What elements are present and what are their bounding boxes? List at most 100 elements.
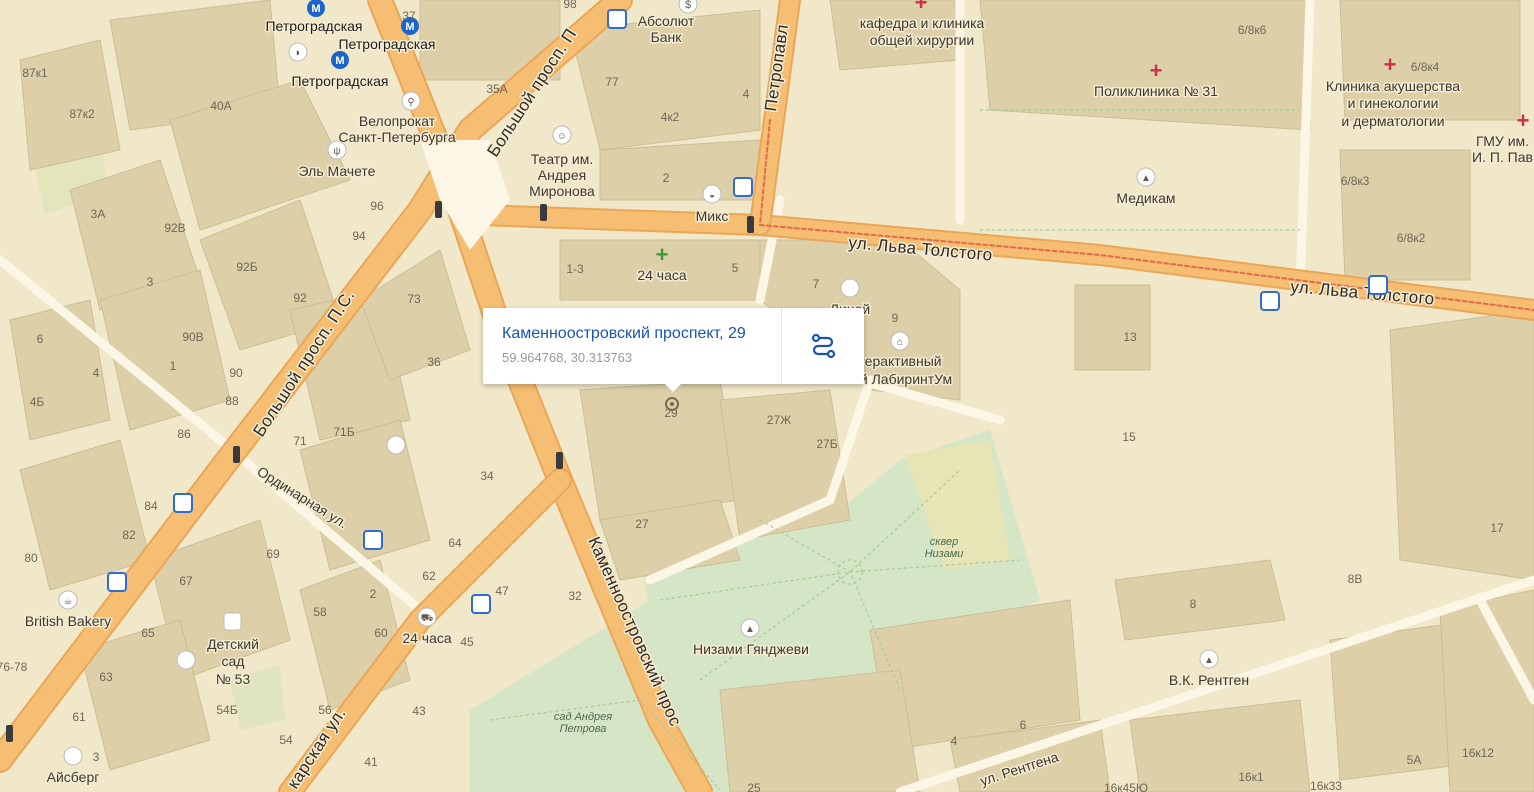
bank-icon-glyph: $	[685, 0, 691, 11]
house-number: 3	[147, 275, 154, 289]
house-number: 3А	[91, 207, 106, 221]
poi-label: сад	[222, 653, 245, 669]
house-number: 2	[370, 587, 377, 601]
park-label: Петрова	[560, 723, 607, 735]
house-number: 92Б	[236, 260, 257, 274]
house-number: 5А	[1407, 753, 1422, 767]
map-canvas[interactable]: ул. Льва Толстого ул. Льва Толстого Боль…	[0, 0, 1534, 792]
popup-coordinates: 59.964768, 30.313763	[502, 350, 633, 365]
house-number: 4	[743, 87, 750, 101]
house-number: 13	[1123, 330, 1137, 344]
house-number: 1-3	[566, 262, 584, 276]
house-number: 65	[141, 626, 155, 640]
house-number: 27Ж	[767, 413, 791, 427]
house-number: 67	[179, 574, 193, 588]
popup-address-link[interactable]: Каменноостровский проспект, 29	[502, 325, 746, 343]
poi-label: Петроградская	[291, 73, 388, 89]
poi-label: Поликлиника № 31	[1094, 83, 1218, 99]
house-number: 62	[422, 569, 436, 583]
bus-stop-icon	[107, 572, 127, 592]
burger-icon-glyph: ◒	[709, 190, 715, 201]
house-number: 69	[266, 547, 280, 561]
route-icon	[811, 333, 836, 359]
house-number: 6	[37, 332, 44, 346]
traffic-light-icon	[6, 725, 13, 742]
cafe-poi[interactable]: ◗	[288, 42, 308, 62]
house-number: 1	[170, 359, 177, 373]
house-number: 47	[495, 584, 509, 598]
house-number: 96	[370, 199, 384, 213]
poi-label: Андрея	[538, 167, 586, 183]
house-number: 98	[563, 0, 577, 11]
bus-stop-icon	[1368, 275, 1388, 295]
poi-label: и гинекологии	[1348, 95, 1439, 111]
medical-cross-icon: +	[1517, 108, 1530, 133]
monument-icon-glyph: ▲	[1204, 655, 1214, 666]
house-number: 54	[279, 733, 293, 747]
house-number: 27	[635, 517, 649, 531]
cafe-icon-glyph: ◗	[295, 47, 302, 59]
house-number: 16к45Ю	[1104, 781, 1148, 792]
book-icon[interactable]	[176, 650, 196, 670]
monument-icon-glyph: ▲	[745, 624, 755, 635]
poi-label: Петроградская	[338, 36, 435, 52]
route-button[interactable]	[782, 308, 864, 384]
house-number: 92	[293, 291, 307, 305]
coffee-icon-glyph: ☕	[64, 596, 73, 607]
house-number: 82	[122, 528, 136, 542]
traffic-light-icon	[435, 201, 442, 218]
house-number: 15	[1122, 430, 1136, 444]
house-number: 37	[402, 9, 416, 23]
medical-cross-icon: +	[1150, 58, 1163, 83]
house-number: 90	[229, 366, 243, 380]
poi-label: Микс	[696, 208, 729, 224]
medical-cross-icon: +	[1384, 52, 1397, 77]
house-number: 87к1	[22, 66, 48, 80]
poi-label: Клиника акушерства	[1326, 78, 1460, 94]
traffic-light-icon	[556, 452, 563, 469]
house-number: 84	[144, 499, 158, 513]
bike-icon-glyph: ⚲	[407, 97, 414, 108]
house-number: 40А	[210, 99, 231, 113]
poi-label: ГМУ им.	[1476, 133, 1529, 149]
bus-stop-icon	[363, 530, 383, 550]
bus-stop-icon	[471, 594, 491, 614]
theatre-icon-glyph: ☺	[557, 131, 567, 142]
house-number: 2	[663, 171, 670, 185]
house-number: 6/8к2	[1397, 231, 1426, 245]
pharmacy-icon: +	[656, 242, 669, 267]
poi-label: и дерматологии	[1341, 113, 1444, 129]
house-number: 16к1	[1238, 770, 1264, 784]
house-number: 3	[93, 750, 100, 764]
traffic-light-icon	[233, 446, 240, 463]
house-number: 61	[72, 710, 86, 724]
bus-stop-icon	[173, 493, 193, 513]
traffic-light-icon	[540, 204, 547, 221]
poi-label: Эль Мачете	[299, 163, 376, 179]
poi-label: терактивный	[858, 353, 941, 369]
metro-icon-glyph: M	[335, 55, 344, 67]
park-label: сад Андрея	[554, 711, 612, 723]
restaurant-icon-glyph: ψ	[333, 146, 340, 157]
poi-label: British Bakery	[25, 613, 111, 629]
poi-label: Абсолют	[638, 13, 695, 29]
house-number: 27Б	[816, 437, 837, 451]
poi-label: й ЛабиринтУм	[860, 371, 952, 387]
poi-label: Миронова	[529, 183, 595, 199]
poi-label: кафедра и клиника	[860, 15, 985, 31]
house-number: 6	[1020, 718, 1027, 732]
house-number: 45	[460, 635, 474, 649]
house-number: 34	[480, 469, 494, 483]
cart-icon-glyph: ⛟	[421, 613, 434, 624]
house-number: 94	[352, 229, 366, 243]
house-number: 92В	[164, 221, 185, 235]
house-number: 32	[568, 589, 582, 603]
house-number: 7	[813, 277, 820, 291]
house-number: 8В	[1348, 572, 1363, 586]
house-number: 6/8к6	[1238, 23, 1267, 37]
poi-label: Низами Гянджеви	[693, 641, 809, 657]
poi-label: Велопрокат	[359, 113, 436, 129]
poi-label: общей хирургии	[870, 32, 975, 48]
book-icon[interactable]	[386, 435, 406, 455]
metro-icon-glyph: M	[311, 3, 320, 15]
